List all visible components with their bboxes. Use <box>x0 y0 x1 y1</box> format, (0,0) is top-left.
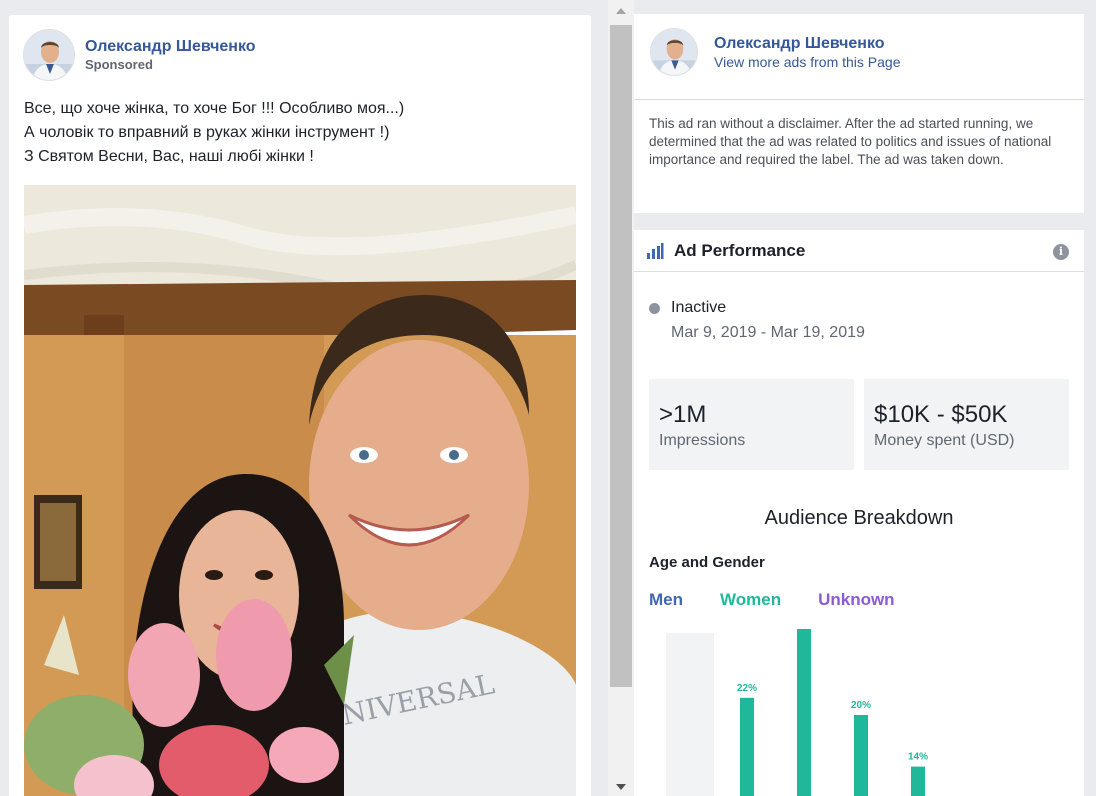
avatar-photo-icon <box>24 30 74 80</box>
ad-info-card: Олександр Шевченко View more ads from th… <box>634 14 1084 213</box>
chart-hover-column <box>666 633 714 796</box>
impressions-label: Impressions <box>659 432 746 449</box>
post-text-line: Все, що хоче жінка, то хоче Бог !!! Особ… <box>24 100 405 117</box>
ad-performance-header: Ad Performance i <box>634 230 1084 272</box>
chart-bar-women[interactable] <box>797 629 811 796</box>
legend-unknown[interactable]: Unknown <box>818 590 895 610</box>
post-page-name-link[interactable]: Олександр Шевченко <box>85 38 256 56</box>
age-gender-label: Age and Gender <box>649 554 765 571</box>
ad-info-meta: Олександр Шевченко View more ads from th… <box>714 28 901 71</box>
ad-performance-card: Ad Performance i Inactive Mar 9, 2019 - … <box>634 230 1084 796</box>
ad-info-page-name-link[interactable]: Олександр Шевченко <box>714 35 901 53</box>
post-header: Олександр Шевченко Sponsored <box>23 29 256 83</box>
status-dot-icon <box>649 302 660 314</box>
chart-data-label: 14% <box>908 752 928 763</box>
ad-performance-title: Ad Performance <box>674 241 806 260</box>
page-avatar[interactable] <box>23 29 75 81</box>
couple-photo-image: NIVERSAL <box>24 185 576 796</box>
money-spent-box: $10K - $50K Money spent (USD) <box>864 379 1069 470</box>
impressions-box: >1M Impressions <box>649 379 854 470</box>
chart-bar-women[interactable] <box>740 697 754 796</box>
chart-bar-women[interactable] <box>911 766 925 796</box>
legend-men[interactable]: Men <box>649 590 683 610</box>
ad-post-card: Олександр Шевченко Sponsored Все, що хоч… <box>9 15 591 796</box>
scroll-down-arrow-icon[interactable] <box>608 778 634 796</box>
post-text-line: З Святом Весни, Вас, наші любі жінки ! <box>24 148 314 165</box>
chart-data-label: 22% <box>737 683 757 694</box>
post-meta: Олександр Шевченко Sponsored <box>85 29 256 74</box>
post-text-line: А чоловік то вправний в руках жінки інст… <box>24 124 390 141</box>
post-text: Все, що хоче жінка, то хоче Бог !!! Особ… <box>24 97 584 169</box>
scroll-up-arrow-icon[interactable] <box>608 0 634 22</box>
age-gender-chart: 22%30%20%14% <box>666 629 928 796</box>
chart-bar-women[interactable] <box>854 715 868 796</box>
avatar-photo-icon <box>651 29 697 75</box>
money-spent-value: $10K - $50K <box>874 401 1008 428</box>
disclaimer-text: This ad ran without a disclaimer. After … <box>649 116 1052 167</box>
post-photo[interactable]: NIVERSAL <box>24 185 576 796</box>
vertical-scrollbar[interactable] <box>608 0 634 796</box>
info-icon[interactable]: i <box>1053 244 1069 260</box>
page-avatar[interactable] <box>650 28 698 76</box>
bar-chart-icon <box>647 243 664 259</box>
audience-breakdown-title: Audience Breakdown <box>764 507 954 529</box>
chart-data-label: 20% <box>851 700 871 711</box>
view-more-ads-link[interactable]: View more ads from this Page <box>714 53 901 71</box>
scroll-thumb[interactable] <box>610 25 632 687</box>
sponsored-label: Sponsored <box>85 57 153 72</box>
divider <box>634 99 1084 100</box>
status-row: Inactive <box>649 298 726 318</box>
date-range: Mar 9, 2019 - Mar 19, 2019 <box>671 324 865 341</box>
impressions-value: >1M <box>659 401 707 428</box>
money-spent-label: Money spent (USD) <box>874 432 1015 449</box>
ad-info-header: Олександр Шевченко View more ads from th… <box>650 28 901 76</box>
chart-legend: Men Women Unknown <box>649 590 932 610</box>
legend-women[interactable]: Women <box>720 590 781 610</box>
status-label: Inactive <box>671 299 727 316</box>
